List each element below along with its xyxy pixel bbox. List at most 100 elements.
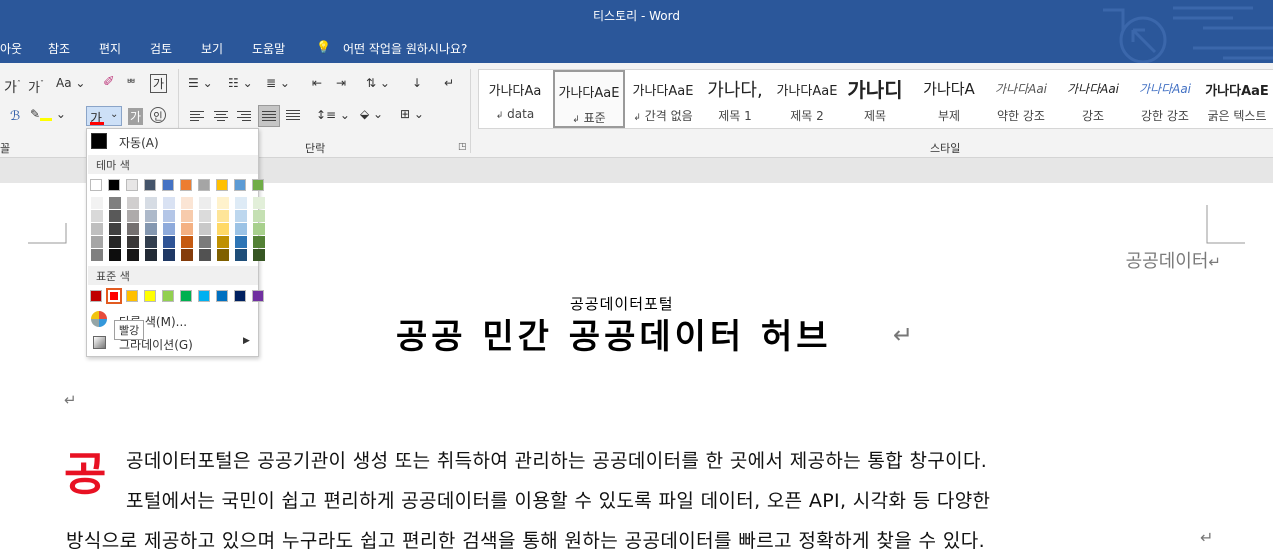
theme-shade-swatch[interactable] (163, 210, 175, 222)
theme-shade-swatch[interactable] (163, 236, 175, 248)
style-intense-emphasis[interactable]: 가나다Aai 강한 강조 (1129, 70, 1201, 128)
automatic-color-item[interactable]: 자동(A) (87, 131, 258, 151)
theme-shade-swatch[interactable] (253, 210, 265, 222)
enclose-characters-icon[interactable]: 가 (150, 74, 168, 93)
theme-shade-swatch[interactable] (145, 197, 157, 209)
theme-color-swatch[interactable] (198, 179, 210, 191)
font-color-button[interactable]: 가 ⌄ (86, 106, 122, 127)
theme-shade-swatch[interactable] (199, 223, 211, 235)
theme-color-swatch[interactable] (234, 179, 246, 191)
text-effects-icon[interactable]: ℬ (10, 109, 20, 124)
theme-shade-swatch[interactable] (127, 223, 139, 235)
style-subtitle[interactable]: 가나다A 부제 (913, 70, 985, 128)
tab-help[interactable]: 도움말 (252, 40, 285, 57)
style-title[interactable]: 가나디 제목 (839, 70, 911, 128)
tab-view[interactable]: 보기 (201, 40, 223, 57)
theme-shade-swatch[interactable] (199, 249, 211, 261)
theme-shade-swatch[interactable] (181, 236, 193, 248)
asian-layout-button[interactable]: ⇅ ⌄ (366, 76, 390, 90)
standard-color-swatch[interactable] (198, 290, 210, 302)
style-subtle-emphasis[interactable]: 가나다Aai 약한 강조 (985, 70, 1057, 128)
theme-shade-swatch[interactable] (91, 236, 103, 248)
grow-font-button[interactable]: 가ˆ (4, 77, 21, 97)
highlight-color-button[interactable]: ✎ ⌄ (30, 107, 66, 121)
theme-shade-swatch[interactable] (163, 249, 175, 261)
theme-shade-swatch[interactable] (127, 249, 139, 261)
paragraph-dialog-launcher-icon[interactable]: ◳ (458, 142, 467, 152)
theme-shade-swatch[interactable] (145, 210, 157, 222)
distributed-icon[interactable] (286, 110, 300, 122)
theme-shade-swatch[interactable] (199, 197, 211, 209)
theme-shade-swatch[interactable] (217, 210, 229, 222)
standard-color-swatch[interactable] (234, 290, 246, 302)
paragraph-shading-button[interactable]: ⬙ ⌄ (360, 107, 383, 121)
theme-shade-swatch[interactable] (163, 223, 175, 235)
align-left-icon[interactable] (190, 111, 204, 123)
theme-color-swatch[interactable] (144, 179, 156, 191)
tab-references[interactable]: 참조 (48, 40, 70, 57)
align-center-icon[interactable] (214, 111, 228, 123)
theme-color-swatch[interactable] (90, 179, 102, 191)
theme-shade-swatch[interactable] (109, 197, 121, 209)
theme-shade-swatch[interactable] (217, 223, 229, 235)
borders-button[interactable]: ⊞ ⌄ (400, 107, 424, 121)
style-strong[interactable]: 가나다AaE 굵은 텍스트 (1201, 70, 1273, 128)
standard-color-swatch[interactable] (90, 290, 102, 302)
theme-color-swatch[interactable] (126, 179, 138, 191)
tab-layout[interactable]: 아웃 (0, 40, 22, 57)
numbering-button[interactable]: ☷ ⌄ (228, 76, 253, 90)
style-heading-2[interactable]: 가나다AaE 제목 2 (771, 70, 843, 128)
theme-shade-swatch[interactable] (235, 249, 247, 261)
theme-shade-swatch[interactable] (109, 210, 121, 222)
theme-shade-swatch[interactable] (181, 210, 193, 222)
more-colors-item[interactable]: 다른 색(M)... (87, 310, 258, 330)
theme-shade-swatch[interactable] (253, 197, 265, 209)
theme-shade-swatch[interactable] (145, 236, 157, 248)
standard-color-swatch[interactable] (144, 290, 156, 302)
show-marks-icon[interactable]: ↵ (444, 76, 454, 90)
tell-me-box[interactable]: 어떤 작업을 원하시나요? (343, 40, 467, 57)
theme-color-swatch[interactable] (162, 179, 174, 191)
theme-shade-swatch[interactable] (109, 249, 121, 261)
theme-shade-swatch[interactable] (127, 197, 139, 209)
theme-shade-swatch[interactable] (235, 210, 247, 222)
style-heading-1[interactable]: 가나다, 제목 1 (699, 70, 771, 128)
theme-shade-swatch[interactable] (217, 197, 229, 209)
bullets-button[interactable]: ☰ ⌄ (188, 76, 213, 90)
theme-shade-swatch[interactable] (163, 197, 175, 209)
theme-shade-swatch[interactable] (235, 197, 247, 209)
theme-color-swatch[interactable] (180, 179, 192, 191)
theme-shade-swatch[interactable] (109, 223, 121, 235)
theme-shade-swatch[interactable] (91, 197, 103, 209)
theme-shade-swatch[interactable] (91, 223, 103, 235)
standard-color-swatch[interactable] (106, 288, 122, 304)
theme-color-swatch[interactable] (108, 179, 120, 191)
align-right-icon[interactable] (237, 111, 251, 123)
theme-shade-swatch[interactable] (217, 236, 229, 248)
shrink-font-button[interactable]: 가ˇ (28, 77, 44, 96)
standard-color-swatch[interactable] (162, 290, 174, 302)
style-normal[interactable]: 가나다AaE ↲ 표준 (553, 70, 625, 128)
tab-review[interactable]: 검토 (150, 40, 172, 57)
theme-shade-swatch[interactable] (181, 249, 193, 261)
theme-shade-swatch[interactable] (127, 210, 139, 222)
line-spacing-button[interactable]: ↕≡ ⌄ (316, 108, 350, 122)
theme-shade-swatch[interactable] (109, 236, 121, 248)
style-emphasis[interactable]: 가나다Aai 강조 (1057, 70, 1129, 128)
phonetic-guide-icon[interactable]: ᄈ (126, 75, 136, 91)
gradient-item[interactable]: 그라데이션(G) ▶ (87, 333, 258, 353)
theme-shade-swatch[interactable] (253, 249, 265, 261)
standard-color-swatch[interactable] (216, 290, 228, 302)
character-shading-icon[interactable]: 가 (128, 108, 144, 125)
clear-formatting-icon[interactable]: ✐ (103, 74, 115, 90)
theme-shade-swatch[interactable] (91, 210, 103, 222)
theme-color-swatch[interactable] (252, 179, 264, 191)
theme-shade-swatch[interactable] (235, 236, 247, 248)
style-data[interactable]: 가나다Aa ↲ data (479, 70, 551, 128)
theme-shade-swatch[interactable] (199, 236, 211, 248)
theme-shade-swatch[interactable] (145, 249, 157, 261)
standard-color-swatch[interactable] (252, 290, 264, 302)
theme-shade-swatch[interactable] (181, 197, 193, 209)
theme-color-swatch[interactable] (216, 179, 228, 191)
theme-shade-swatch[interactable] (253, 223, 265, 235)
